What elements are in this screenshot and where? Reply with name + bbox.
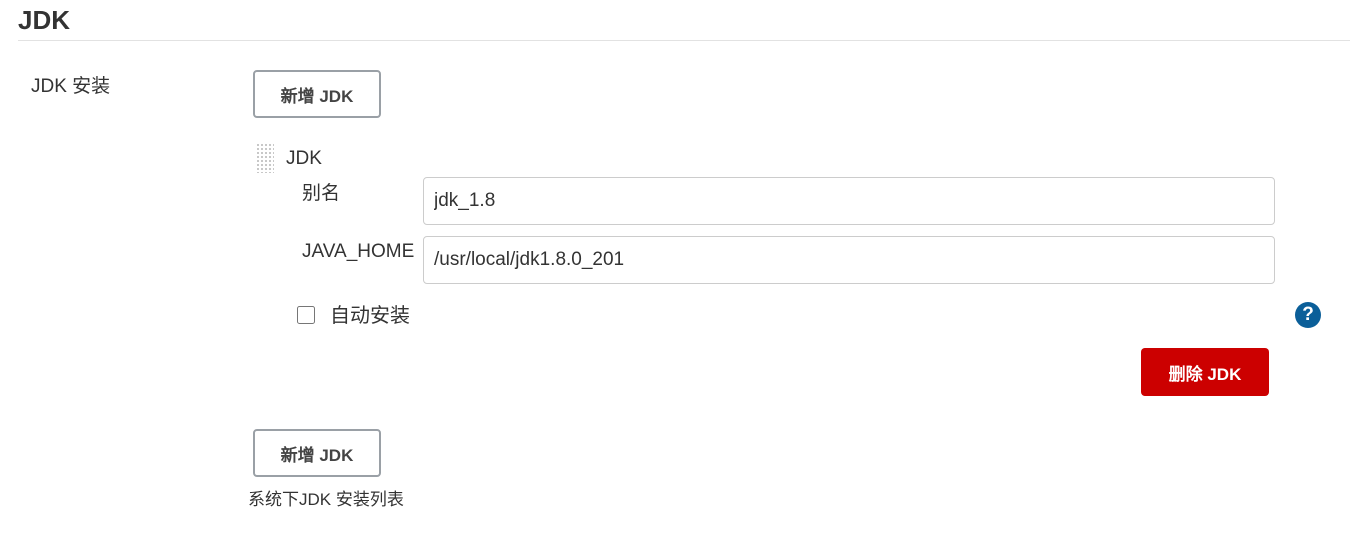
question-circle-icon[interactable]: ? xyxy=(1295,302,1321,328)
section-title: JDK xyxy=(18,5,71,35)
section-divider xyxy=(18,40,1350,41)
auto-install-label[interactable]: 自动安装 xyxy=(330,303,410,330)
jdk-item-title: JDK xyxy=(286,148,322,169)
java-home-label: JAVA_HOME xyxy=(302,241,415,262)
add-jdk-button-top[interactable]: 新增 JDK xyxy=(253,70,381,118)
alias-label: 别名 xyxy=(302,183,341,204)
jdk-installations-label: JDK 安装 xyxy=(31,76,111,97)
drag-handle-icon[interactable] xyxy=(256,143,274,173)
jdk-installations-description: 系统下JDK 安装列表 xyxy=(248,490,404,509)
delete-jdk-button[interactable]: 删除 JDK xyxy=(1141,348,1269,396)
add-jdk-button-bottom[interactable]: 新增 JDK xyxy=(253,429,381,477)
jdk-config-page: JDK JDK 安装 新增 JDK JDK 别名 JAVA_HOME 自动安装 … xyxy=(0,0,1364,544)
alias-input[interactable] xyxy=(423,177,1275,225)
auto-install-checkbox[interactable] xyxy=(297,306,315,324)
java-home-input[interactable] xyxy=(423,236,1275,284)
